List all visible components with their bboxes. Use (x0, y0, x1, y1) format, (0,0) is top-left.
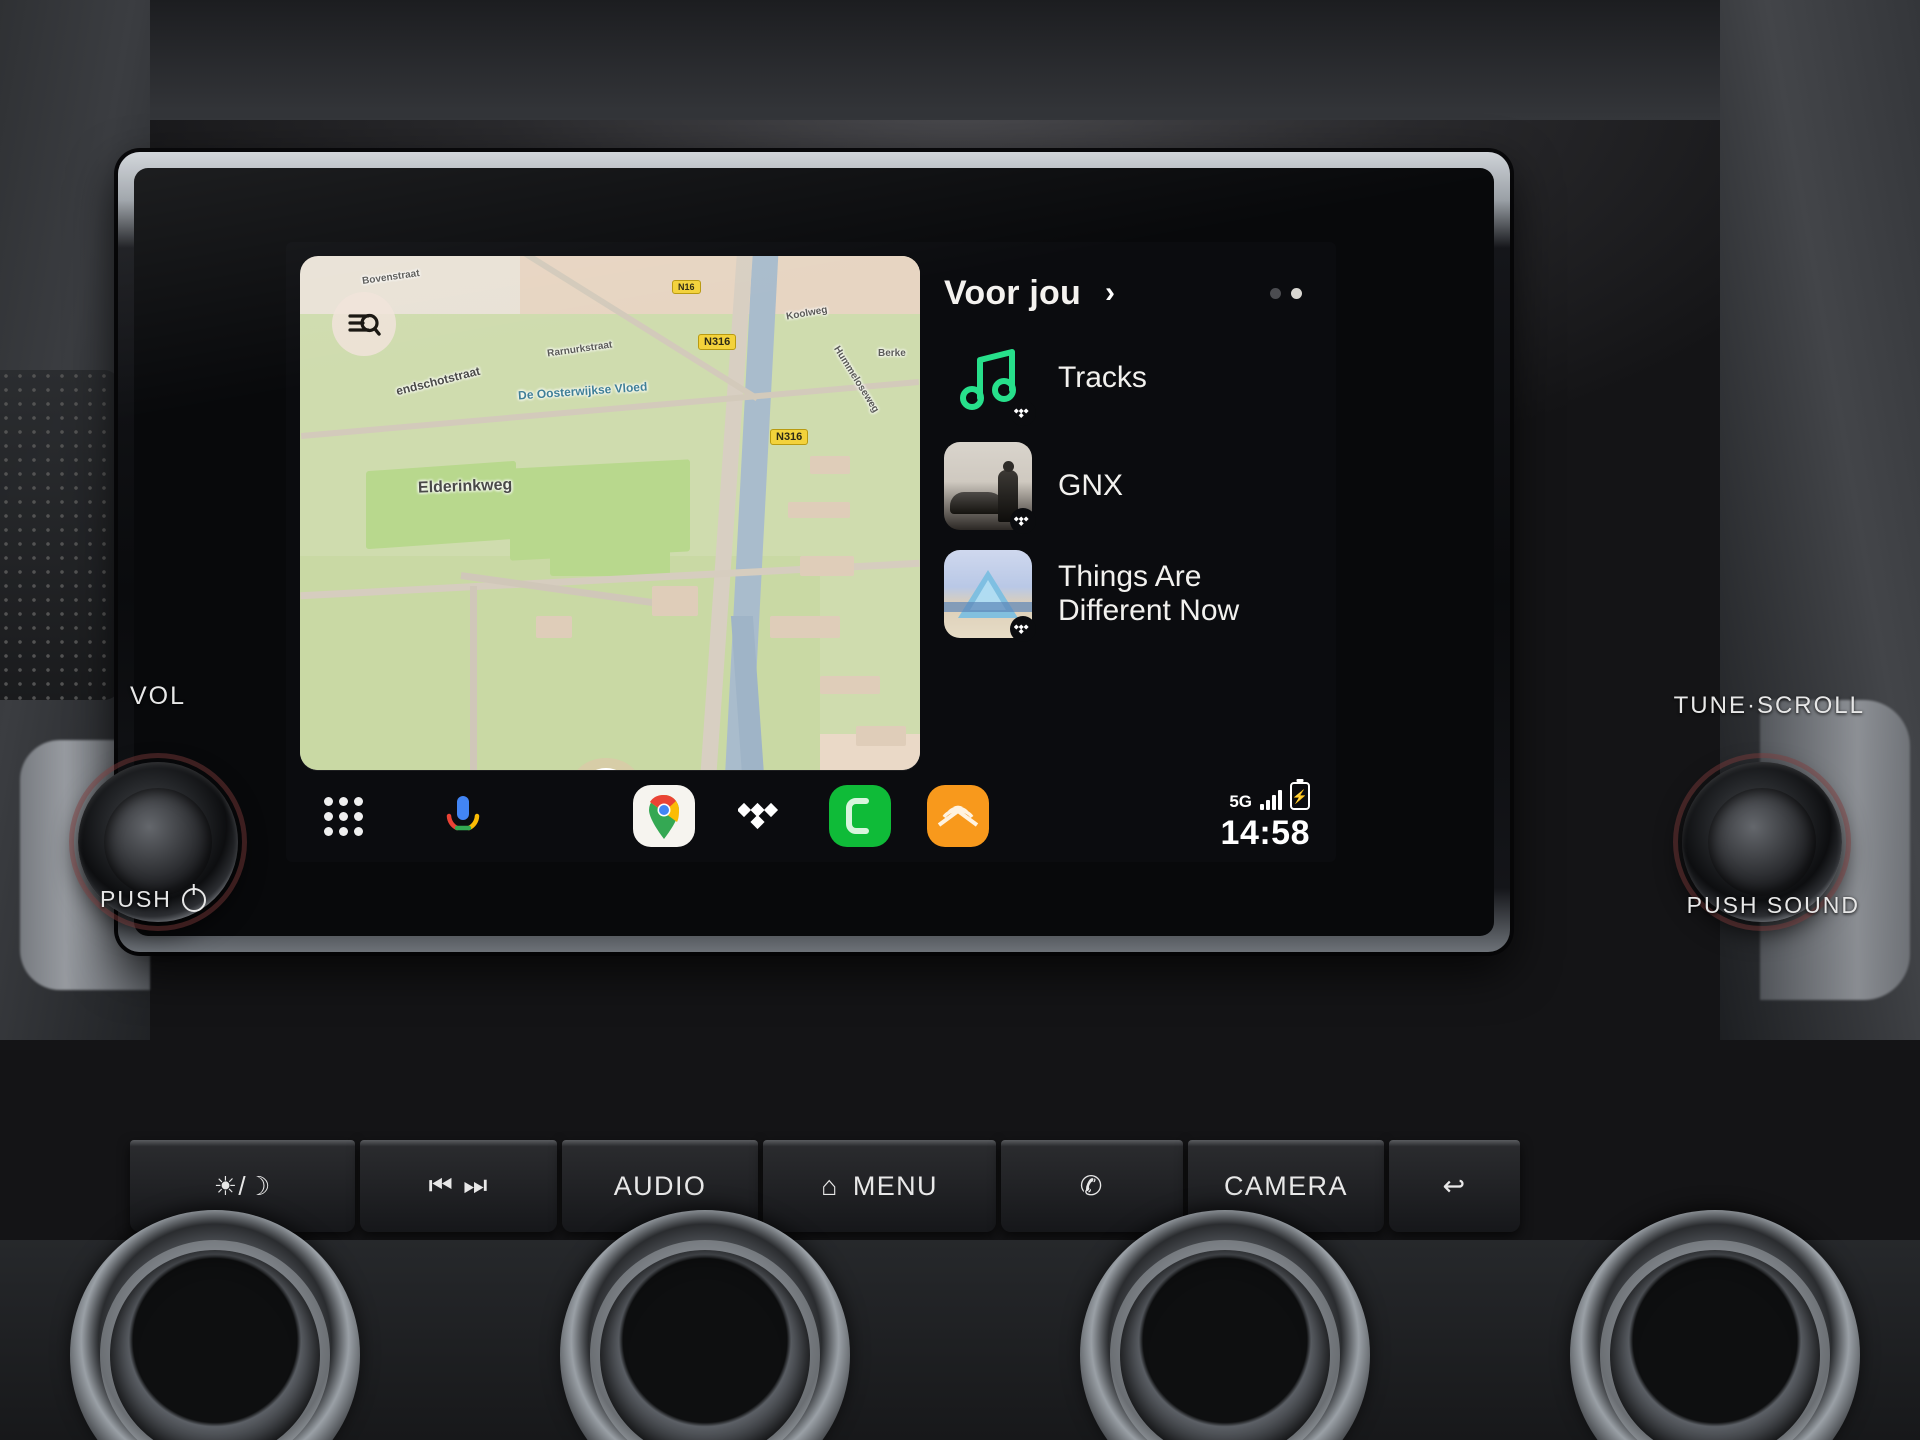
album-art-gnx (944, 442, 1036, 534)
map-street-label: Bovenstraat (361, 268, 421, 287)
volume-knob-label: VOL (130, 682, 187, 710)
tidal-badge (1010, 400, 1036, 426)
touchscreen[interactable]: Elderinkweg endschotstraat Rarnurkstraat… (286, 242, 1336, 862)
tidal-icon (1014, 516, 1029, 526)
push-power-label: PUSH (100, 886, 206, 913)
audible-icon (937, 805, 979, 827)
hw-button-phone[interactable]: ✆ (1000, 1140, 1183, 1232)
head-unit: Elderinkweg endschotstraat Rarnurkstraat… (118, 152, 1510, 952)
audible-button[interactable] (927, 785, 989, 847)
app-launcher-button[interactable] (312, 785, 374, 847)
media-panel-header[interactable]: Voor jou › (944, 262, 1318, 324)
album-art-things-are-different-now (944, 550, 1036, 642)
media-panel: Voor jou › Tracks GNX Things Are Differe… (934, 256, 1322, 770)
hw-button-label: MENU (852, 1170, 938, 1201)
map-building (770, 616, 840, 638)
home-icon: ⌂ (821, 1170, 839, 1201)
map-building (652, 586, 698, 616)
hardware-button-strip: ☀/☽ ⏮ ⏭ AUDIO ⌂ MENU ✆ CAMERA ↩ (130, 1140, 1520, 1232)
map-search-button[interactable] (332, 292, 396, 356)
signal-strength-icon (1260, 790, 1282, 810)
album-art-horizon (944, 602, 1032, 612)
search-with-lines-icon (348, 313, 381, 336)
tidal-icon (738, 802, 779, 830)
clock: 14:58 (1220, 814, 1310, 852)
map-building (800, 556, 854, 576)
page-dot (1270, 287, 1281, 299)
google-maps-icon (649, 794, 679, 839)
map-building (788, 502, 850, 518)
dashboard-top (0, 0, 1920, 120)
page-dot-active (1291, 287, 1302, 299)
hw-button-menu[interactable]: ⌂ MENU (763, 1140, 996, 1232)
media-list-item-label: Tracks (1058, 361, 1147, 395)
hw-button-label: CAMERA (1223, 1170, 1348, 1201)
media-list-item[interactable]: Things Are Different Now (944, 540, 1318, 648)
tidal-icon (1014, 408, 1029, 418)
phone-button[interactable] (829, 785, 891, 847)
google-maps-button[interactable] (633, 785, 695, 847)
hw-button-back[interactable]: ↩ (1389, 1140, 1520, 1232)
back-arrow-icon: ↩ (1442, 1170, 1467, 1201)
assistant-button[interactable] (432, 785, 494, 847)
media-list-item-label: GNX (1058, 469, 1124, 503)
media-list-item[interactable]: GNX (944, 432, 1318, 540)
taskbar: 5G ⚡ 14:58 (286, 770, 1336, 862)
network-type-label: 5G (1229, 792, 1252, 811)
battery-charging-icon: ⚡ (1290, 782, 1310, 810)
chevron-right-icon[interactable]: › (1105, 278, 1115, 308)
tidal-badge (1010, 616, 1036, 642)
music-note-icon (944, 334, 1036, 426)
map-field (366, 460, 516, 550)
map-route-shield: N316 (770, 429, 809, 445)
map-card[interactable]: Elderinkweg endschotstraat Rarnurkstraat… (300, 256, 920, 770)
prev-next-track-icon: ⏮ ⏭ (428, 1170, 489, 1200)
map-field (550, 506, 670, 576)
map-building (810, 456, 850, 474)
map-road (470, 586, 477, 770)
screenshot-root: Elderinkweg endschotstraat Rarnurkstraat… (0, 0, 1920, 1440)
push-sound-label: PUSH SOUND (1686, 892, 1860, 918)
status-area: 5G ⚡ 14:58 (1221, 782, 1310, 850)
sun-moon-icon: ☀/☽ (213, 1170, 272, 1201)
tidal-icon (1014, 624, 1029, 634)
google-assistant-mic-icon (446, 796, 480, 831)
map-route-shield: N316 (698, 334, 737, 350)
page-indicator-dots (1270, 287, 1318, 299)
media-list-item[interactable]: Tracks (944, 324, 1318, 432)
map-route-shield: N16 (672, 280, 701, 294)
map-place-label: Berke (878, 348, 906, 359)
power-icon (181, 887, 206, 912)
tidal-button[interactable] (731, 785, 793, 847)
media-panel-title: Voor jou (944, 273, 1081, 312)
media-list-item-label: Things Are Different Now (1058, 560, 1240, 627)
speaker-grille (0, 370, 120, 700)
map-street-label: Elderinkweg (417, 476, 513, 497)
hw-button-label: AUDIO (613, 1170, 707, 1201)
phone-icon (846, 798, 869, 834)
map-building (536, 616, 572, 638)
map-building (856, 726, 906, 746)
tidal-badge (1010, 508, 1036, 534)
hw-button-track-skip[interactable]: ⏮ ⏭ (360, 1140, 557, 1232)
grid-apps-icon (323, 796, 363, 836)
map-building (820, 676, 880, 694)
phone-icon: ✆ (1079, 1170, 1104, 1201)
push-label: PUSH (100, 886, 172, 912)
tune-scroll-knob-label: TUNE·SCROLL (1673, 692, 1865, 719)
android-auto-screen: Elderinkweg endschotstraat Rarnurkstraat… (286, 242, 1336, 862)
